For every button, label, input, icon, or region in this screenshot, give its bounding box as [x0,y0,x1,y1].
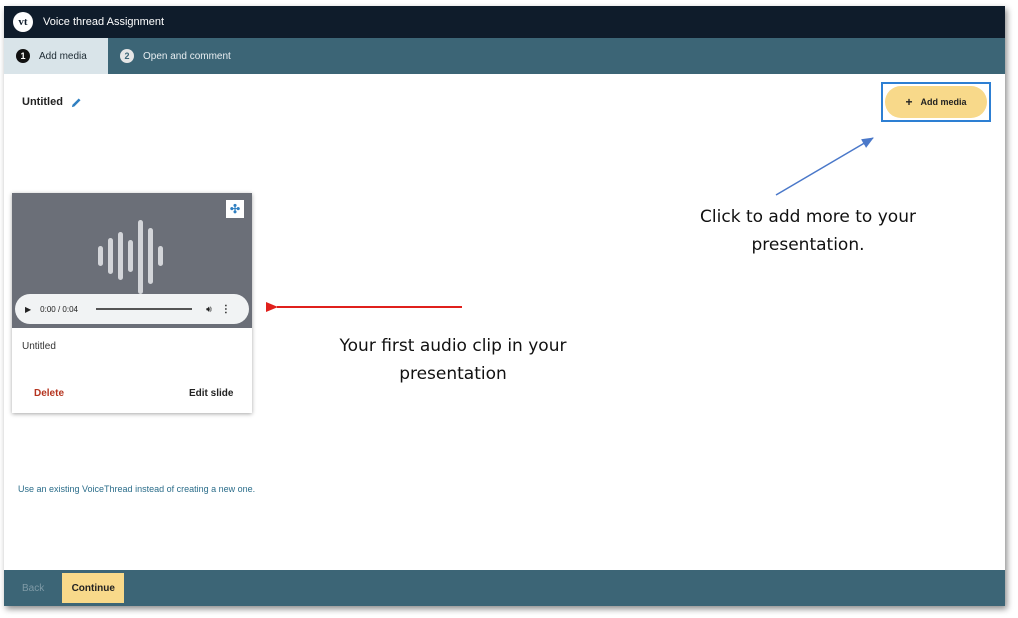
annotation-arrows [266,137,874,312]
annotation-line: presentation. [751,235,865,255]
annotation-add-more: Click to add more to your presentation. [683,203,933,259]
blue-arrow [775,137,874,196]
annotation-first-clip: Your first audio clip in your presentati… [318,332,588,388]
annotation-line: presentation [399,364,507,384]
annotation-line: Click to add more to your [700,207,916,227]
annotation-line: Your first audio clip in your [339,336,567,356]
